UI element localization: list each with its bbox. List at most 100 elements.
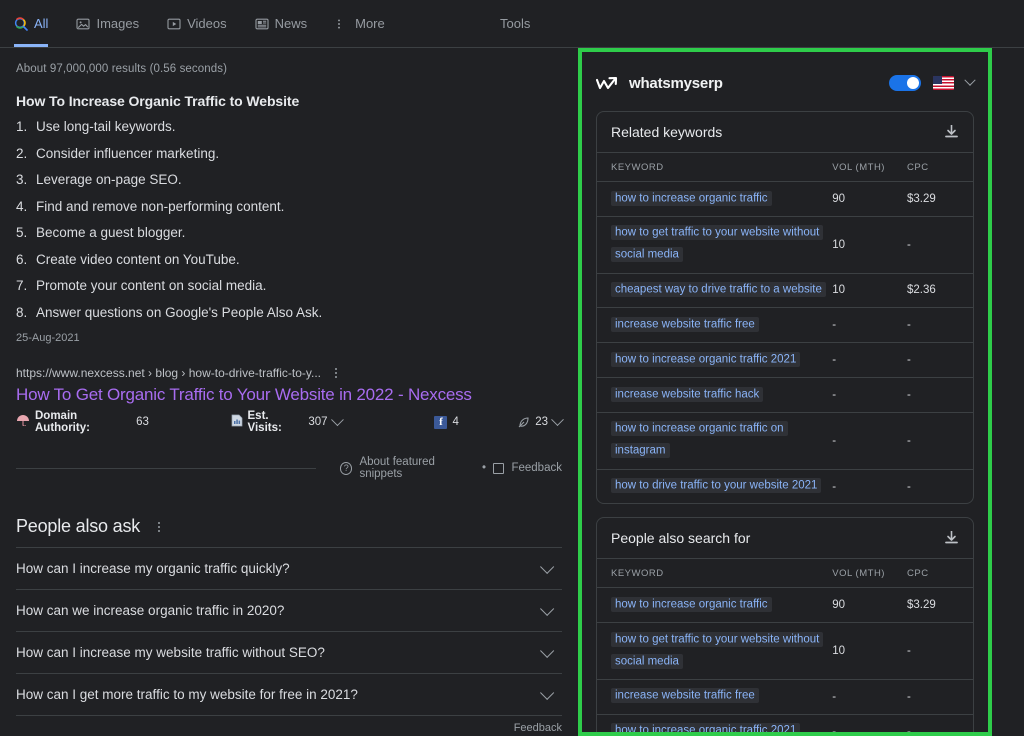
people-also-ask-feedback[interactable]: Feedback [16,715,562,734]
volume-cell: 90 [832,587,908,623]
est-visits-metric[interactable]: Est. Visits: 307 [231,410,344,434]
keyword-link[interactable]: increase website traffic free [611,316,759,332]
related-keywords-header: Related keywords [597,112,973,153]
table-row: how to increase organic traffic 2021 - - [597,713,973,732]
feedback-link[interactable]: Feedback [511,462,562,474]
keyword-link[interactable]: how to increase organic traffic on insta… [611,421,788,459]
table-row: increase website traffic hack - - [597,377,973,413]
separator: • [481,462,486,475]
tools-button[interactable]: Tools [500,0,530,47]
column-header-keyword: KEYWORD [611,162,664,173]
related-keywords-title: Related keywords [611,124,723,140]
chevron-down-icon[interactable] [540,685,555,700]
chevron-down-icon[interactable] [540,559,555,574]
list-text: Promote your content on social media. [36,278,267,293]
column-header-volume: VOL (MTH) [832,162,885,173]
list-text: Use long-tail keywords. [36,119,176,134]
list-number: 3. [16,172,28,187]
search-tab-more[interactable]: More [335,0,399,47]
search-tabs: All Images Videos News More [14,0,413,47]
column-header-volume: VOL (MTH) [832,568,885,580]
keyword-link[interactable]: cheapest way to drive traffic to a websi… [611,282,826,298]
keyword-link[interactable]: how to increase organic traffic 2021 [611,723,801,732]
keyword-link[interactable]: how to drive traffic to your website 202… [611,478,822,494]
search-tab-videos[interactable]: Videos [167,0,241,47]
search-tab-news[interactable]: News [255,0,322,47]
people-also-ask-kebab-icon[interactable] [152,520,166,534]
whatsmyserp-header-controls [889,74,976,91]
keyword-cell: how to increase organic traffic 2021 [597,713,833,732]
keyword-link[interactable]: how to get traffic to your website witho… [611,225,824,263]
news-icon [255,17,269,31]
result-options-kebab-icon[interactable] [329,366,343,380]
trend-arrow-logo-icon [595,76,620,91]
featured-snippet-item: 7. Promote your content on social media. [16,279,562,293]
related-keywords-table: KEYWORD VOL (MTH) CPC how to increase or… [597,153,973,504]
people-also-ask-question[interactable]: How can I get more traffic to my website… [16,673,562,715]
list-number: 7. [16,278,28,293]
table-row: how to drive traffic to your website 202… [597,468,973,504]
locale-chevron-down-icon[interactable] [964,74,976,86]
image-icon [76,17,91,31]
domain-authority-value: 63 [136,416,149,429]
list-number: 2. [16,145,28,161]
total-shares-metric[interactable]: 23 [517,413,564,429]
keyword-link[interactable]: how to increase organic traffic 2021 [611,351,801,367]
cpc-cell: - [907,622,973,680]
search-tab-all[interactable]: All [14,0,62,47]
keyword-cell: how to increase organic traffic on insta… [597,411,833,470]
chevron-down-icon[interactable] [540,601,555,616]
download-icon[interactable] [944,124,959,140]
column-header-cpc: CPC [907,568,929,580]
people-also-ask-list: How can I increase my organic traffic qu… [16,547,562,715]
facebook-icon: f [434,415,448,429]
document-chart-icon [231,414,243,430]
result-url-row: https://www.nexcess.net › blog › how-to-… [16,366,562,380]
keyword-link[interactable]: increase website traffic free [611,688,759,704]
table-row: increase website traffic free - - [597,678,973,715]
domain-authority-metric: Domain Authority: 63 [16,410,149,434]
keyword-link[interactable]: how to increase organic traffic [611,596,772,612]
search-tabs-bar: All Images Videos News More Tools [0,0,1024,48]
volume-cell: - [832,713,908,732]
list-text: Leverage on-page SEO. [36,172,182,187]
chevron-down-icon[interactable] [540,643,555,658]
chevron-down-icon[interactable] [330,413,344,426]
list-text: Create video content on YouTube. [36,251,240,267]
cpc-cell: - [907,468,973,504]
search-tab-label: Images [96,16,140,31]
keyword-cell: how to drive traffic to your website 202… [597,468,833,504]
keyword-cell: increase website traffic free [597,307,833,343]
about-featured-snippets-link[interactable]: About featured snippets [359,456,474,480]
people-also-ask-question[interactable]: How can I increase my website traffic wi… [16,631,562,673]
volume-cell: 10 [832,215,908,274]
keyword-link[interactable]: how to increase organic traffic [611,190,772,206]
result-item-nexcess: https://www.nexcess.net › blog › how-to-… [16,366,564,434]
total-shares-count: 23 [535,416,548,429]
enable-extension-toggle[interactable] [889,75,921,91]
search-tab-images[interactable]: Images [76,0,153,47]
feedback-flag-icon [492,462,505,474]
keyword-link[interactable]: increase website traffic hack [611,386,764,402]
featured-snippet-item: 5. Become a guest blogger. [16,226,562,240]
cpc-cell: - [907,215,973,274]
list-number: 5. [16,225,28,240]
chevron-down-icon[interactable] [551,413,564,426]
result-url[interactable]: https://www.nexcess.net › blog › how-to-… [16,366,321,380]
serp-page: All Images Videos News More Tools About 97,0… [0,0,1024,736]
list-number: 8. [16,304,28,320]
column-header-cpc: CPC [907,162,929,173]
download-icon[interactable] [944,530,959,546]
volume-cell: 10 [832,622,908,680]
people-also-ask-question-text: How can I get more traffic to my website… [16,687,358,703]
result-title-link[interactable]: How To Get Organic Traffic to Your Websi… [16,384,562,405]
people-also-ask-question[interactable]: How can we increase organic traffic in 2… [16,589,562,631]
featured-snippet-footer: ? About featured snippets • Feedback [16,456,562,480]
keyword-cell: how to get traffic to your website witho… [597,215,833,274]
keyword-link[interactable]: how to get traffic to your website witho… [611,631,824,669]
cpc-cell: - [907,307,973,343]
keyword-cell: how to increase organic traffic [597,587,833,623]
tools-label: Tools [500,16,531,31]
people-also-ask-question[interactable]: How can I increase my organic traffic qu… [16,547,562,589]
domain-authority-label: Domain Authority: [35,410,90,435]
